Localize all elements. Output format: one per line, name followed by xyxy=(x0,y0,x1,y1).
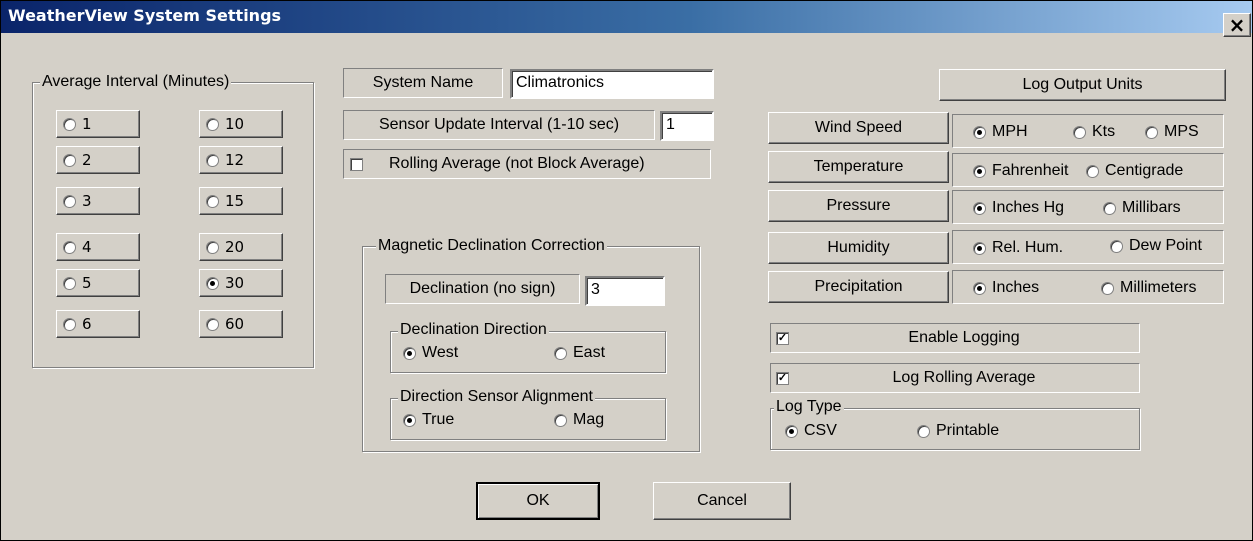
declination-east-radio[interactable]: East xyxy=(554,344,605,362)
radio-icon xyxy=(554,413,567,427)
close-icon: × xyxy=(1228,13,1246,37)
temperature-button[interactable]: Temperature xyxy=(768,151,949,183)
wind-kts-radio[interactable]: Kts xyxy=(1073,123,1115,141)
system-name-input[interactable]: Climatronics xyxy=(510,69,714,99)
wind-mph-radio[interactable]: MPH xyxy=(973,123,1028,141)
radio-selected-icon xyxy=(403,346,416,360)
log-rolling-average-checkbox[interactable]: ✓ Log Rolling Average xyxy=(770,363,1140,393)
pressure-millibars-radio[interactable]: Millibars xyxy=(1103,199,1181,217)
interval-option-2[interactable]: 2 xyxy=(56,146,140,174)
radio-icon xyxy=(206,153,219,167)
interval-option-60[interactable]: 60 xyxy=(199,310,283,338)
humidity-dewpoint-radio[interactable]: Dew Point xyxy=(1110,237,1202,255)
humidity-relhum-radio[interactable]: Rel. Hum. xyxy=(973,239,1063,257)
average-interval-legend: Average Interval (Minutes) xyxy=(40,73,232,91)
interval-option-3[interactable]: 3 xyxy=(56,187,140,215)
log-type-csv-radio[interactable]: CSV xyxy=(785,422,837,440)
wind-mps-radio[interactable]: MPS xyxy=(1145,123,1199,141)
humidity-button[interactable]: Humidity xyxy=(768,232,949,264)
radio-selected-icon xyxy=(403,413,416,427)
radio-icon xyxy=(206,194,219,208)
checkbox-checked-icon: ✓ xyxy=(776,331,789,345)
interval-option-4[interactable]: 4 xyxy=(56,233,140,261)
close-button[interactable]: × xyxy=(1223,13,1251,37)
radio-icon xyxy=(206,240,219,254)
declination-west-radio[interactable]: West xyxy=(403,344,458,362)
checkbox-icon xyxy=(350,157,363,171)
log-rolling-average-label: Log Rolling Average xyxy=(892,369,1036,386)
sensor-alignment-legend: Direction Sensor Alignment xyxy=(398,388,595,406)
radio-selected-icon xyxy=(973,241,986,255)
sensor-update-label: Sensor Update Interval (1-10 sec) xyxy=(343,110,655,140)
radio-icon xyxy=(554,346,567,360)
wind-speed-button[interactable]: Wind Speed xyxy=(768,112,949,144)
radio-icon xyxy=(63,194,76,208)
pressure-button[interactable]: Pressure xyxy=(768,190,949,222)
radio-selected-icon xyxy=(206,276,219,290)
radio-icon xyxy=(1110,239,1123,253)
magnetic-declination-legend: Magnetic Declination Correction xyxy=(376,237,607,255)
radio-selected-icon xyxy=(973,281,986,295)
interval-option-12[interactable]: 12 xyxy=(199,146,283,174)
radio-icon xyxy=(63,117,76,131)
precip-inches-radio[interactable]: Inches xyxy=(973,279,1039,297)
ok-button[interactable]: OK xyxy=(476,482,600,520)
radio-selected-icon xyxy=(973,164,986,178)
declination-direction-legend: Declination Direction xyxy=(398,321,549,339)
window-title: WeatherView System Settings xyxy=(8,6,282,25)
radio-selected-icon xyxy=(785,424,798,438)
radio-icon xyxy=(63,317,76,331)
precipitation-units: Inches Millimeters xyxy=(952,270,1224,304)
log-type-legend: Log Type xyxy=(774,398,844,416)
temperature-units: Fahrenheit Centigrade xyxy=(952,153,1224,187)
interval-option-30[interactable]: 30 xyxy=(199,269,283,297)
interval-option-10[interactable]: 10 xyxy=(199,110,283,138)
radio-icon xyxy=(917,424,930,438)
radio-icon xyxy=(1086,164,1099,178)
radio-icon xyxy=(206,317,219,331)
radio-icon xyxy=(1073,125,1086,139)
radio-icon xyxy=(63,240,76,254)
rolling-average-label: Rolling Average (not Block Average) xyxy=(389,155,645,172)
declination-label: Declination (no sign) xyxy=(385,274,580,304)
enable-logging-checkbox[interactable]: ✓ Enable Logging xyxy=(770,323,1140,353)
interval-option-6[interactable]: 6 xyxy=(56,310,140,338)
temp-fahrenheit-radio[interactable]: Fahrenheit xyxy=(973,162,1069,180)
pressure-inhg-radio[interactable]: Inches Hg xyxy=(973,199,1064,217)
radio-icon xyxy=(1145,125,1158,139)
radio-icon xyxy=(63,153,76,167)
sensor-update-input[interactable]: 1 xyxy=(660,111,714,141)
radio-selected-icon xyxy=(973,125,986,139)
precipitation-button[interactable]: Precipitation xyxy=(768,271,949,303)
rolling-average-checkbox[interactable]: Rolling Average (not Block Average) xyxy=(343,149,711,179)
radio-selected-icon xyxy=(973,201,986,215)
radio-icon xyxy=(1103,201,1116,215)
humidity-units: Rel. Hum. Dew Point xyxy=(952,230,1224,264)
declination-input[interactable]: 3 xyxy=(585,276,665,306)
enable-logging-label: Enable Logging xyxy=(908,329,1020,346)
alignment-mag-radio[interactable]: Mag xyxy=(554,411,604,429)
alignment-true-radio[interactable]: True xyxy=(403,411,454,429)
interval-option-1[interactable]: 1 xyxy=(56,110,140,138)
pressure-units: Inches Hg Millibars xyxy=(952,190,1224,224)
radio-icon xyxy=(206,117,219,131)
log-output-units-header[interactable]: Log Output Units xyxy=(939,69,1226,101)
system-name-label: System Name xyxy=(343,68,503,98)
cancel-button[interactable]: Cancel xyxy=(653,482,791,520)
temp-centigrade-radio[interactable]: Centigrade xyxy=(1086,162,1183,180)
wind-speed-units: MPH Kts MPS xyxy=(952,114,1224,148)
interval-option-20[interactable]: 20 xyxy=(199,233,283,261)
interval-option-5[interactable]: 5 xyxy=(56,269,140,297)
precip-millimeters-radio[interactable]: Millimeters xyxy=(1101,279,1196,297)
radio-icon xyxy=(63,276,76,290)
radio-icon xyxy=(1101,281,1114,295)
interval-option-15[interactable]: 15 xyxy=(199,187,283,215)
checkbox-checked-icon: ✓ xyxy=(776,371,789,385)
log-type-printable-radio[interactable]: Printable xyxy=(917,422,999,440)
